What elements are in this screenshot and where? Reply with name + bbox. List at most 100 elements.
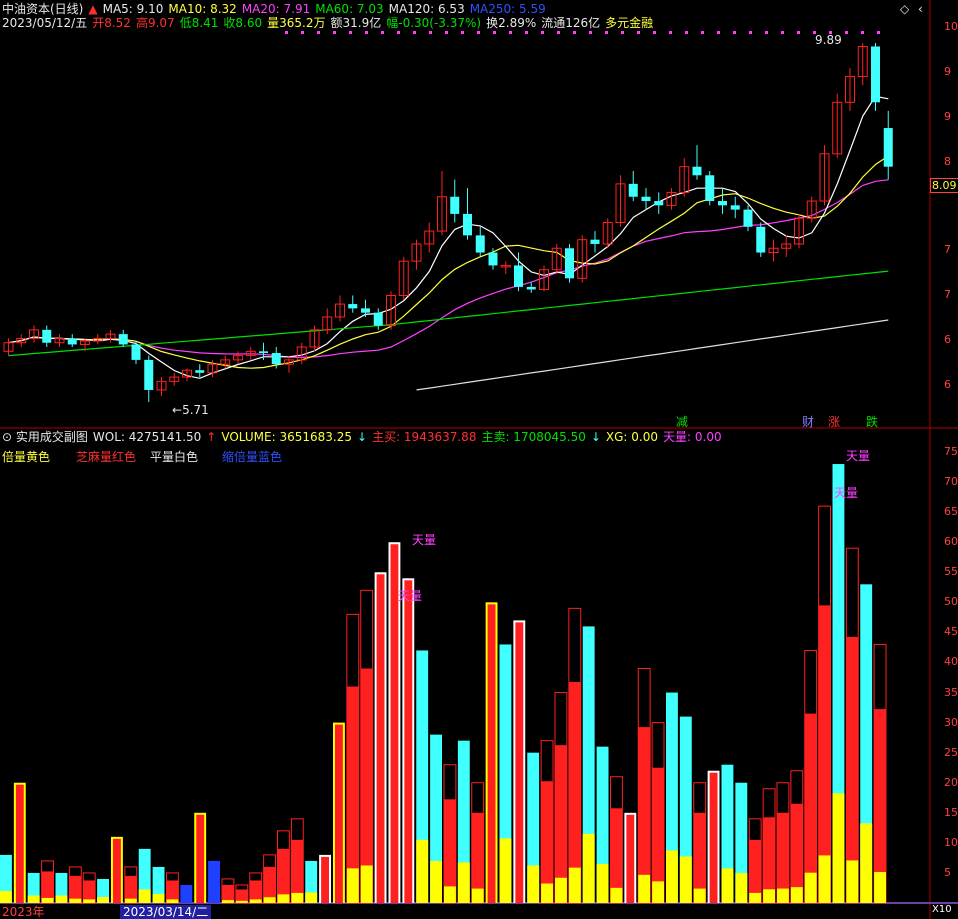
axis-label: 9	[944, 110, 951, 123]
candle-body	[641, 196, 651, 202]
turnover-label: 换2.89%	[486, 16, 537, 30]
resistance-dot	[877, 31, 880, 34]
candle-body	[450, 196, 460, 214]
volume-bar-part	[444, 886, 456, 903]
up-arrow-icon: ↑	[206, 430, 217, 444]
volume-axis-unit: X10	[932, 904, 952, 915]
volume-bar-part	[709, 772, 718, 903]
xg-label: XG: 0.00	[605, 430, 659, 444]
resistance-dot	[349, 31, 352, 34]
volume-value: VOLUME: 3651683.25	[221, 430, 352, 444]
zhumai2-label: 主卖: 1708045.50	[481, 430, 586, 444]
candle-body	[730, 205, 740, 210]
event-tag-reduce[interactable]: 减	[676, 413, 688, 430]
event-tag-rise[interactable]: 涨	[828, 413, 840, 430]
volume-bar-part	[41, 897, 54, 903]
tianliang-annotation: 天量	[412, 533, 437, 547]
low-label: 低8.41	[179, 16, 219, 30]
volume-bar-part	[138, 889, 151, 903]
stock-name[interactable]: 中油资本(日线)	[2, 2, 83, 16]
tianliang-annotation: 天量	[834, 486, 859, 500]
resistance-dot	[557, 31, 560, 34]
resistance-dot	[765, 31, 768, 34]
volume-bar-part	[541, 883, 553, 903]
resistance-dot	[509, 31, 512, 34]
diamond-icon[interactable]: ◇	[900, 2, 909, 16]
high-label: 高9.07	[135, 16, 175, 30]
resistance-dot	[733, 31, 736, 34]
volume-bar-part	[83, 899, 96, 903]
resistance-dot	[749, 31, 752, 34]
resistance-dot	[317, 31, 320, 34]
high-marker: 9.89	[815, 33, 842, 47]
resistance-dot	[797, 31, 800, 34]
candle-body	[743, 209, 753, 227]
candle-body	[271, 353, 281, 365]
volume-bar-part	[404, 580, 413, 903]
close-label: 收8.60	[223, 16, 263, 30]
tianliang-label: 天量: 0.00	[663, 430, 722, 444]
down-arrow-icon: ↓	[357, 430, 368, 444]
ma120-line	[416, 319, 889, 391]
tianliang-annotation: 天量	[846, 449, 871, 463]
ma10-line	[8, 155, 889, 369]
candle-body	[348, 304, 358, 309]
candle-body	[590, 239, 600, 244]
candle-body	[195, 370, 205, 373]
candle-body	[373, 312, 383, 326]
volume-bar-part	[152, 893, 165, 903]
down-arrow-icon: ↓	[590, 430, 601, 444]
open-label: 开8.52	[92, 16, 131, 30]
volume-panel-title[interactable]: 实用成交副图	[16, 430, 88, 444]
chevron-left-icon[interactable]: ‹	[918, 2, 923, 16]
volume-bar-part	[721, 868, 734, 903]
volume-bar-part	[277, 894, 290, 903]
volume-bar-part	[735, 872, 748, 903]
volume-bar-part	[196, 814, 205, 903]
candle-body	[67, 338, 77, 345]
legend-sesame: 芝麻量红色	[76, 450, 137, 464]
volume-axis-label: 35	[944, 685, 958, 699]
resistance-dot	[845, 31, 848, 34]
volume-bar	[208, 860, 220, 903]
volume-bar-part	[321, 856, 329, 903]
candle-body	[361, 308, 370, 313]
event-tag-fall[interactable]: 跌	[866, 413, 878, 430]
volume-bar-part	[291, 892, 304, 903]
resistance-dot	[445, 31, 448, 34]
volume-bar-part	[679, 856, 692, 903]
candle-body	[42, 329, 52, 343]
candle-body	[118, 334, 128, 345]
volume-panel-toggle-icon[interactable]: ⊙	[2, 430, 12, 444]
candle-body	[259, 351, 268, 354]
axis-label: 8	[944, 155, 951, 168]
event-tag-finance[interactable]: 财	[802, 413, 814, 430]
volume-bar-part	[693, 888, 706, 903]
volume-bar-part	[416, 839, 429, 903]
volume-bar-part	[222, 900, 234, 903]
volume-axis-label: 45	[944, 625, 958, 639]
ma20-line	[8, 179, 889, 359]
volume-bar-part	[166, 899, 179, 903]
volume-bar-part	[610, 887, 623, 903]
volume-bar-part	[763, 889, 775, 903]
legend-shrink: 缩倍量蓝色	[222, 450, 283, 464]
bottom-axis-left: 2023年	[2, 905, 45, 919]
candle-body	[463, 213, 472, 236]
volume-bar-part	[818, 855, 831, 903]
resistance-dot	[605, 31, 608, 34]
volume-bar-part	[55, 895, 68, 903]
volume-bar-part	[626, 814, 635, 903]
volume-axis-label: 50	[944, 595, 958, 609]
concept-label[interactable]: 多元金融	[605, 16, 653, 30]
candle-body	[475, 235, 485, 253]
resistance-dot	[397, 31, 400, 34]
volume-bar-part	[555, 877, 567, 903]
resistance-dot	[669, 31, 672, 34]
volume-bar-part	[596, 863, 609, 903]
volume-axis-label: 60	[944, 535, 958, 549]
resistance-dot	[477, 31, 480, 34]
resistance-dot	[413, 31, 416, 34]
axis-label: 10	[944, 20, 958, 33]
volume-bar-part	[263, 897, 276, 903]
